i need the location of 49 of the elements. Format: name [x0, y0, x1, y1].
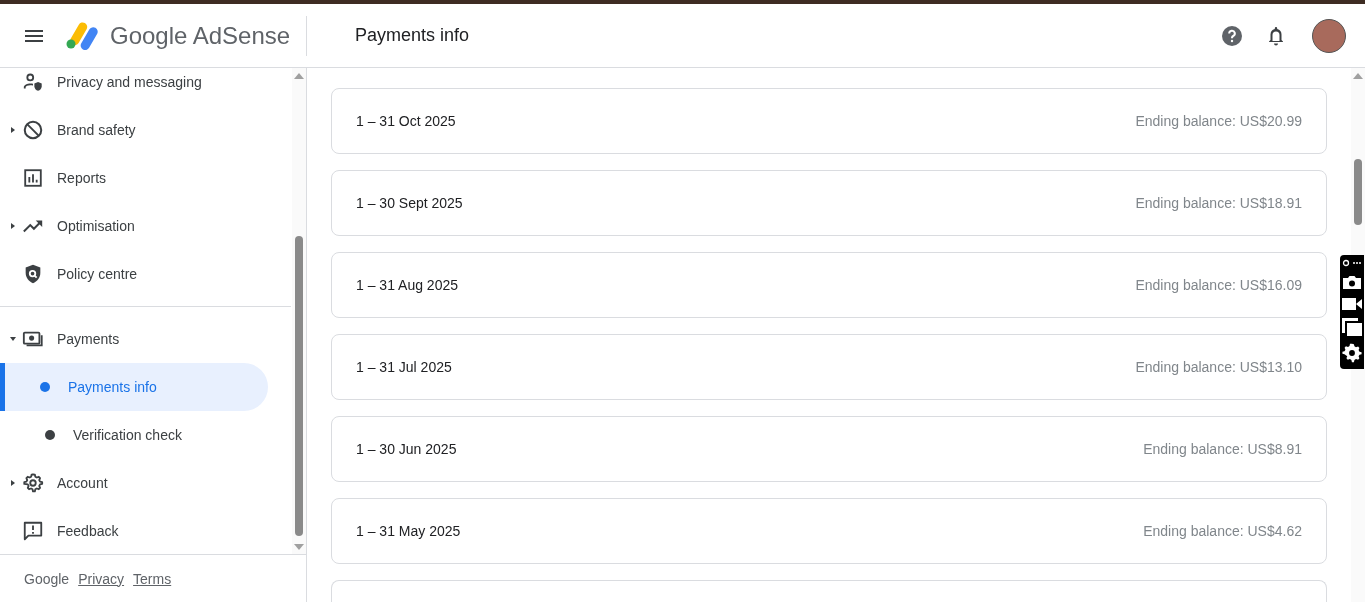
camera-icon[interactable]: [1342, 274, 1362, 290]
settings-icon[interactable]: [1342, 343, 1362, 363]
statement-card[interactable]: 1 – 31 Aug 2025 Ending balance: US$16.09: [331, 252, 1327, 318]
ending-balance: Ending balance: US$20.99: [1135, 113, 1302, 129]
page-title: Payments info: [355, 25, 471, 46]
settings-icon: [22, 472, 44, 494]
bar-chart-icon: [22, 167, 44, 189]
nav-item[interactable]: Reports: [0, 154, 291, 202]
statement-period: 1 – 31 Jul 2025: [356, 359, 452, 375]
statement-card[interactable]: 1 – 31 Oct 2025 Ending balance: US$20.99: [331, 88, 1327, 154]
statement-period: 1 – 31 Oct 2025: [356, 113, 456, 129]
statement-card[interactable]: 1 – 30 Jun 2025 Ending balance: US$8.91: [331, 416, 1327, 482]
logo-icon: [66, 21, 100, 50]
statement-period: 1 – 31 Aug 2025: [356, 277, 458, 293]
nav-subitem[interactable]: Payments info: [0, 363, 268, 411]
nav-item[interactable]: Brand safety: [0, 106, 291, 154]
nav-item[interactable]: Feedback: [0, 507, 291, 554]
ending-balance: Ending balance: US$8.91: [1143, 441, 1302, 457]
bullet-icon: [40, 382, 50, 392]
statement-card[interactable]: 1 – 31 May 2025 Ending balance: US$4.62: [331, 498, 1327, 564]
statement-period: 1 – 30 Sept 2025: [356, 195, 463, 211]
windows-icon[interactable]: [1342, 318, 1362, 336]
nav-item[interactable]: Policy centre: [0, 250, 291, 298]
footer-link[interactable]: Terms: [133, 570, 172, 587]
nav-subitem[interactable]: Verification check: [0, 411, 268, 459]
ending-balance: Ending balance: US$4.62: [1143, 523, 1302, 539]
prohibited-icon: [22, 119, 44, 141]
avatar[interactable]: [1312, 18, 1346, 53]
help-icon[interactable]: [1220, 23, 1244, 48]
toolbar-menu-icon[interactable]: [1342, 259, 1362, 267]
statement-period: 1 – 30 Jun 2025: [356, 441, 457, 457]
nav-item[interactable]: Privacy and messaging: [0, 68, 291, 106]
nav-item[interactable]: Optimisation: [0, 202, 291, 250]
footer-brand: Google: [24, 570, 70, 587]
footer-link[interactable]: Privacy: [78, 570, 125, 587]
feedback-icon: [22, 520, 44, 542]
bullet-icon: [45, 430, 55, 440]
nav-item[interactable]: Payments: [0, 315, 291, 363]
person-shield-icon: [22, 71, 44, 93]
statement-period: 1 – 31 May 2025: [356, 523, 461, 539]
statement-card[interactable]: 1 – 30 Sept 2025 Ending balance: US$18.91: [331, 170, 1327, 236]
nav-item[interactable]: Account: [0, 459, 291, 507]
ending-balance: Ending balance: US$16.09: [1135, 277, 1302, 293]
statement-card[interactable]: 1 – 31 Jul 2025 Ending balance: US$13.10: [331, 334, 1327, 400]
product-name: Google AdSense: [110, 21, 291, 50]
sidebar-scrollbar[interactable]: [292, 68, 306, 554]
ending-balance: Ending balance: US$18.91: [1135, 195, 1302, 211]
ending-balance: Ending balance: US$13.10: [1135, 359, 1302, 375]
video-camera-icon[interactable]: [1342, 297, 1362, 311]
